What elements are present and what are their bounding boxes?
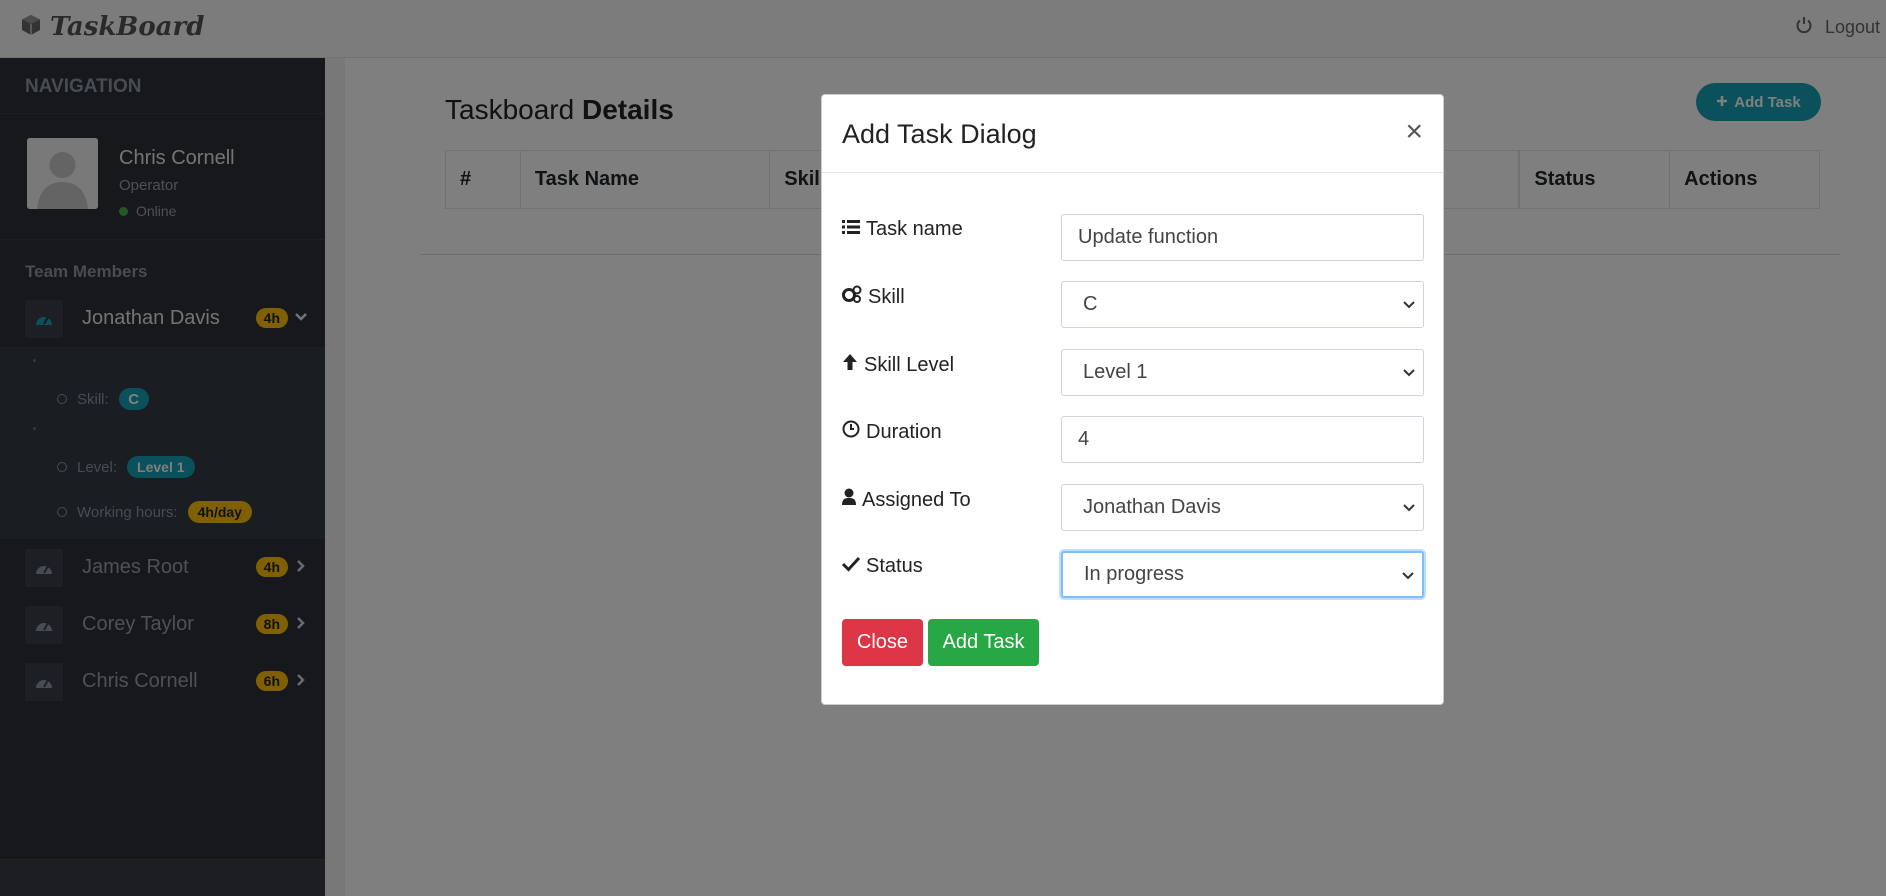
gears-icon bbox=[842, 285, 862, 309]
chevron-down-icon bbox=[1403, 365, 1415, 381]
arrow-up-icon bbox=[842, 353, 858, 377]
skill-level-select[interactable]: Level 1 bbox=[1061, 349, 1424, 396]
add-task-submit-button[interactable]: Add Task bbox=[928, 619, 1039, 666]
status-select-value: In progress bbox=[1084, 563, 1185, 585]
status-row: Status In progress bbox=[841, 551, 1424, 599]
skill-label-text: Skill bbox=[868, 285, 905, 308]
duration-label-text: Duration bbox=[866, 420, 942, 443]
chevron-down-icon bbox=[1403, 500, 1415, 516]
status-label-text: Status bbox=[866, 555, 923, 577]
skill-level-select-value: Level 1 bbox=[1083, 361, 1148, 383]
assigned-to-select[interactable]: Jonathan Davis bbox=[1061, 484, 1424, 531]
skill-level-row: Skill Level Level 1 bbox=[842, 349, 1424, 397]
duration-row: Duration 4 bbox=[842, 416, 1424, 464]
list-icon bbox=[842, 218, 860, 241]
status-label: Status bbox=[841, 555, 923, 578]
skill-level-label: Skill Level bbox=[842, 353, 954, 377]
task-name-input[interactable]: Update function bbox=[1061, 214, 1424, 261]
close-button[interactable]: Close bbox=[842, 619, 923, 666]
assigned-to-row: Assigned To Jonathan Davis bbox=[842, 484, 1424, 532]
task-name-label-text: Task name bbox=[866, 218, 963, 240]
task-name-label: Task name bbox=[842, 218, 963, 241]
modal-header: Add Task Dialog × bbox=[822, 95, 1443, 173]
skill-select-value: C bbox=[1083, 293, 1098, 315]
assigned-to-select-value: Jonathan Davis bbox=[1083, 496, 1221, 518]
skill-row: Skill C bbox=[842, 281, 1424, 329]
add-task-dialog: Add Task Dialog × Task name Update funct… bbox=[821, 94, 1444, 705]
skill-level-label-text: Skill Level bbox=[864, 353, 955, 376]
user-icon bbox=[842, 488, 856, 512]
assigned-to-label-text: Assigned To bbox=[862, 488, 971, 511]
close-icon[interactable]: × bbox=[1405, 115, 1423, 149]
modal-title: Add Task Dialog bbox=[842, 119, 1037, 149]
check-icon bbox=[841, 555, 861, 578]
clock-icon bbox=[842, 420, 860, 444]
dialog-actions: Close Add Task bbox=[822, 619, 1404, 667]
task-name-row: Task name Update function bbox=[842, 214, 1424, 262]
skill-select[interactable]: C bbox=[1061, 281, 1424, 328]
assigned-to-label: Assigned To bbox=[842, 488, 971, 512]
skill-label: Skill bbox=[842, 285, 905, 309]
chevron-down-icon bbox=[1402, 568, 1414, 584]
status-select[interactable]: In progress bbox=[1061, 551, 1424, 598]
duration-input[interactable]: 4 bbox=[1061, 416, 1424, 463]
chevron-down-icon bbox=[1403, 297, 1415, 313]
duration-label: Duration bbox=[842, 420, 942, 444]
